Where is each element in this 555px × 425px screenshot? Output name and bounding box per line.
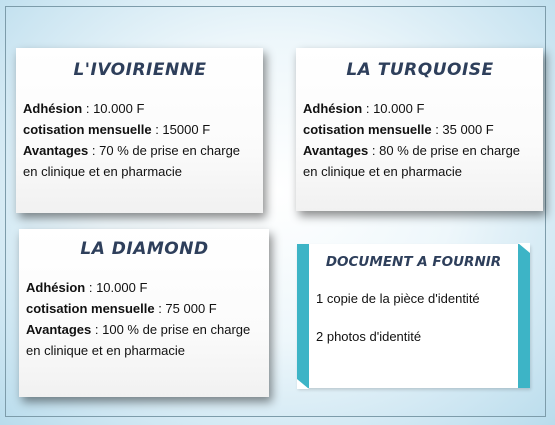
cotisation-row: cotisation mensuelle : 15000 F: [23, 119, 257, 140]
avantages-row: Avantages : 80 % de prise en charge en c…: [303, 140, 537, 182]
plan-title: LA TURQUOISE: [346, 60, 494, 80]
cotisation-value: : 75 000 F: [154, 301, 217, 316]
adhesion-value: : 10.000 F: [82, 101, 145, 116]
cotisation-value: : 35 000 F: [431, 122, 494, 137]
adhesion-label: Adhésion: [26, 280, 86, 295]
cotisation-row: cotisation mensuelle : 75 000 F: [26, 298, 263, 319]
adhesion-label: Adhésion: [23, 101, 83, 116]
plan-details: Adhésion : 10.000 F cotisation mensuelle…: [26, 277, 263, 361]
documents-title: DOCUMENT A FOURNIR: [325, 254, 502, 270]
cotisation-label: cotisation mensuelle: [26, 301, 155, 316]
adhesion-label: Adhésion: [303, 101, 363, 116]
avantages-label: Avantages: [26, 322, 92, 337]
adhesion-value: : 10.000 F: [85, 280, 148, 295]
plan-card-ivoirienne: L'IVOIRIENNE Adhésion : 10.000 F cotisat…: [16, 48, 263, 213]
plan-details: Adhésion : 10.000 F cotisation mensuelle…: [303, 98, 537, 182]
cotisation-row: cotisation mensuelle : 35 000 F: [303, 119, 537, 140]
adhesion-value: : 10.000 F: [362, 101, 425, 116]
cotisation-value: : 15000 F: [151, 122, 211, 137]
avantages-label: Avantages: [23, 143, 89, 158]
avantages-label: Avantages: [303, 143, 369, 158]
avantages-row: Avantages : 70 % de prise en charge en c…: [23, 140, 257, 182]
adhesion-row: Adhésion : 10.000 F: [303, 98, 537, 119]
document-item: 1 copie de la pièce d'identité: [316, 291, 480, 306]
plan-card-diamond: LA DIAMOND Adhésion : 10.000 F cotisatio…: [19, 229, 269, 397]
document-item: 2 photos d'identité: [316, 329, 422, 344]
adhesion-row: Adhésion : 10.000 F: [26, 277, 263, 298]
cotisation-label: cotisation mensuelle: [23, 122, 152, 137]
plan-card-turquoise: LA TURQUOISE Adhésion : 10.000 F cotisat…: [296, 48, 543, 211]
cotisation-label: cotisation mensuelle: [303, 122, 432, 137]
avantages-row: Avantages : 100 % de prise en charge en …: [26, 319, 263, 361]
adhesion-row: Adhésion : 10.000 F: [23, 98, 257, 119]
plan-title: LA DIAMOND: [80, 239, 209, 259]
plan-title: L'IVOIRIENNE: [73, 60, 207, 80]
documents-card: DOCUMENT A FOURNIR 1 copie de la pièce d…: [297, 243, 530, 389]
plan-details: Adhésion : 10.000 F cotisation mensuelle…: [23, 98, 257, 182]
